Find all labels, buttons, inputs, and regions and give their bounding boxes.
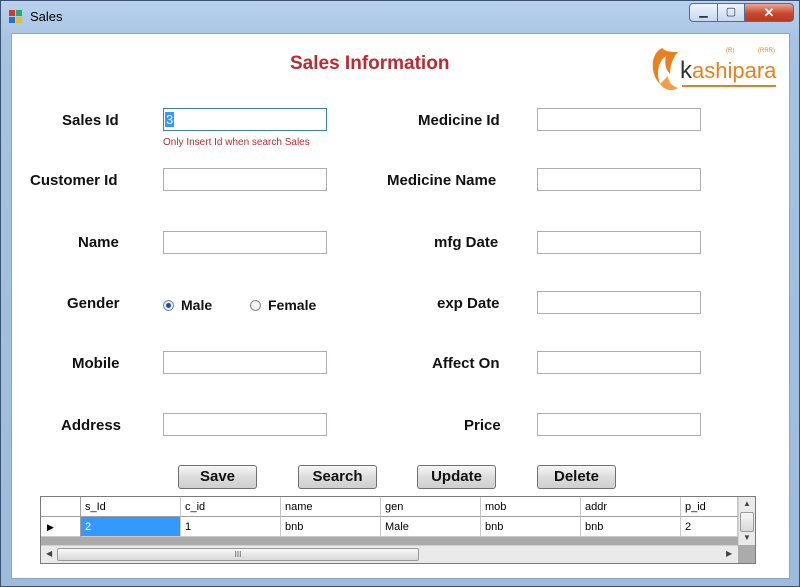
customer-id-label: Customer Id (30, 172, 118, 189)
column-header[interactable]: c_id (181, 497, 281, 517)
grid-cell[interactable]: 2 (681, 517, 738, 537)
search-button[interactable]: Search (298, 465, 377, 489)
app-form-icon (9, 10, 23, 23)
affect-on-input[interactable] (537, 351, 701, 374)
column-header[interactable]: mob (481, 497, 581, 517)
address-input[interactable] (163, 413, 327, 436)
customer-id-input[interactable] (163, 168, 327, 191)
svg-text:(RRR): (RRR) (758, 48, 775, 54)
maximize-icon: ▢ (725, 6, 737, 18)
grid-corner-header (41, 497, 81, 517)
grid-cell[interactable]: Male (381, 517, 481, 537)
close-icon: ✕ (763, 5, 775, 20)
scroll-left-icon[interactable]: ◀ (46, 549, 52, 558)
column-header[interactable]: s_Id (81, 497, 181, 517)
sales-id-label: Sales Id (62, 112, 119, 129)
male-radio[interactable] (163, 300, 174, 311)
svg-text:(R): (R) (726, 48, 734, 54)
grid-cell[interactable]: 2 (81, 517, 181, 537)
medicine-id-input[interactable] (537, 108, 701, 131)
sales-id-hint: Only Insert Id when search Sales (163, 137, 310, 148)
column-header[interactable]: addr (581, 497, 681, 517)
sales-data-grid[interactable]: ▶ s_Id c_id name gen mob addr p_id 2 1 b… (40, 496, 756, 564)
current-row-arrow-icon: ▶ (47, 522, 54, 532)
male-radio-label[interactable]: Male (181, 297, 212, 313)
horizontal-scroll-thumb[interactable]: III (57, 548, 419, 561)
mfg-date-label: mfg Date (434, 234, 499, 251)
kashipara-logo: k ashipara (R) (RRR) (652, 48, 777, 91)
exp-date-label: exp Date (437, 295, 500, 312)
gender-label: Gender (67, 295, 120, 312)
maximize-button[interactable]: ▢ (717, 3, 745, 22)
grid-cell[interactable]: bnb (481, 517, 581, 537)
scroll-right-icon[interactable]: ▶ (726, 549, 732, 558)
medicine-name-label: Medicine Name (387, 172, 497, 189)
medicine-name-input[interactable] (537, 168, 701, 191)
column-header[interactable]: gen (381, 497, 481, 517)
radio-selected-dot (166, 303, 171, 308)
grid-cell[interactable]: 1 (181, 517, 281, 537)
horizontal-scrollbar[interactable]: ◀ III ▶ (41, 545, 738, 563)
title-bar[interactable]: Sales ▁ ▢ ✕ (1, 1, 799, 33)
mobile-label: Mobile (72, 355, 120, 372)
delete-button[interactable]: Delete (537, 465, 616, 489)
address-label: Address (61, 417, 122, 434)
svg-text:ashipara: ashipara (692, 58, 777, 83)
grid-cell[interactable]: bnb (281, 517, 381, 537)
price-input[interactable] (537, 413, 701, 436)
update-button[interactable]: Update (417, 465, 496, 489)
scroll-down-icon[interactable]: ▼ (743, 533, 751, 542)
name-label: Name (78, 234, 119, 251)
sales-id-value: 3 (165, 112, 175, 127)
name-input[interactable] (163, 231, 327, 254)
grid-cell[interactable]: bnb (581, 517, 681, 537)
scroll-up-icon[interactable]: ▲ (743, 499, 751, 508)
column-header[interactable]: name (281, 497, 381, 517)
price-label: Price (464, 417, 501, 434)
scroll-grip: III (234, 550, 242, 559)
female-radio[interactable] (250, 300, 261, 311)
female-radio-label[interactable]: Female (268, 297, 316, 313)
close-button[interactable]: ✕ (744, 3, 794, 22)
medicine-id-label: Medicine Id (418, 112, 500, 129)
minimize-icon: ▁ (699, 6, 708, 18)
minimize-button[interactable]: ▁ (689, 3, 718, 22)
sales-id-input[interactable]: 3 (163, 108, 327, 131)
mobile-input[interactable] (163, 351, 327, 374)
window-title: Sales (30, 9, 63, 24)
save-button[interactable]: Save (178, 465, 257, 489)
vertical-scrollbar[interactable]: ▲ ▼ (738, 497, 755, 545)
mfg-date-input[interactable] (537, 231, 701, 254)
form-title: Sales Information (290, 53, 450, 74)
column-header[interactable]: p_id (681, 497, 738, 517)
affect-on-label: Affect On (432, 355, 500, 372)
vertical-scroll-thumb[interactable] (740, 512, 754, 532)
row-header[interactable]: ▶ (41, 517, 81, 537)
exp-date-input[interactable] (537, 291, 701, 314)
